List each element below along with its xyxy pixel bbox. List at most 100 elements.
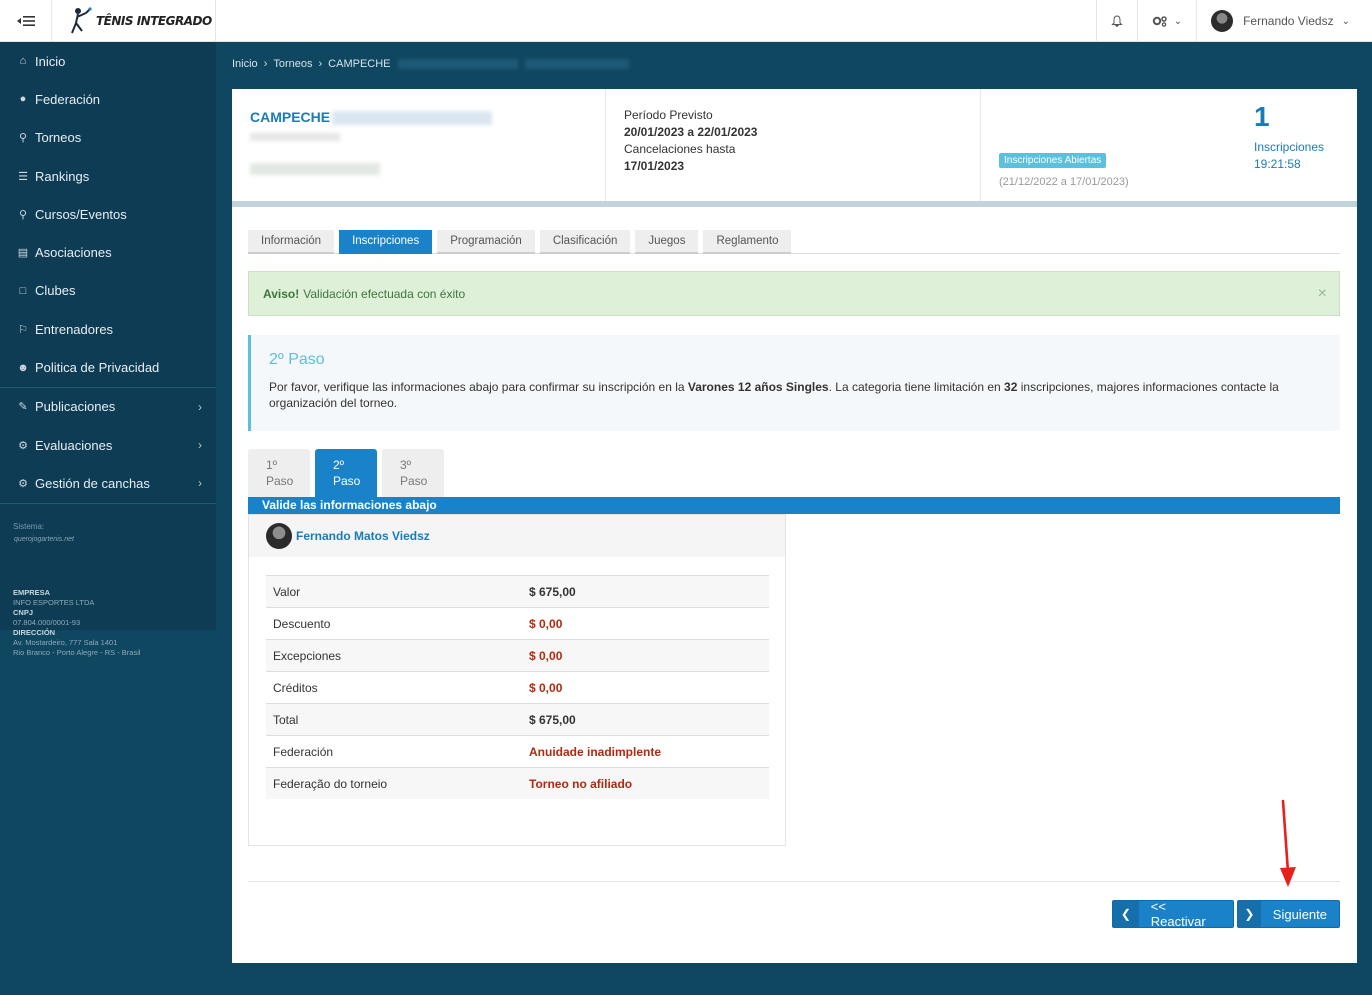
gear-icon: ⚙ [18, 439, 28, 452]
user-avatar [1211, 10, 1234, 32]
registrations-count: 1 [1254, 101, 1270, 132]
tab-informacion[interactable]: Información [248, 230, 335, 254]
tab-inscripciones[interactable]: Inscripciones [339, 230, 433, 254]
chevron-left-icon: ❮ [1113, 901, 1139, 927]
category-limit: 32 [1004, 380, 1018, 394]
sidebar-item-entrenadores[interactable]: ⚐ Entrenadores [0, 310, 216, 348]
tennis-player-icon [71, 7, 92, 34]
top-header: TÊNIS INTEGRADO ⌄ Fernando Viedsz ⌄ [0, 0, 1372, 42]
breadcrumb-item-torneos[interactable]: Torneos [273, 58, 312, 70]
chevron-right-icon: › [198, 438, 202, 453]
registrations-label: Inscripciones [1254, 140, 1325, 154]
step-info-box: 2º Paso Por favor, verifique las informa… [248, 335, 1340, 431]
sidebar-divider [0, 502, 216, 504]
menu-collapse-icon [16, 16, 35, 26]
sidebar-item-label: Cursos/Eventos [35, 206, 127, 222]
table-row: Federação do torneio Torneo no afiliado [266, 767, 769, 799]
chevron-right-icon: › [198, 399, 202, 414]
breadcrumb: Inicio › Torneos › CAMPECHE [232, 58, 629, 70]
breadcrumb-item-inicio[interactable]: Inicio [232, 58, 258, 70]
cnpj-value: 07.804.000/0001-93 [13, 618, 81, 627]
sidebar-item-label: Evaluaciones [35, 437, 113, 453]
cancel-label: Cancelaciones hasta [624, 142, 736, 156]
sidebar-item-label: Clubes [35, 283, 76, 299]
sidebar-item-label: Publicaciones [35, 399, 116, 415]
status-badge: Inscripciones Abiertas [999, 153, 1107, 168]
registrations-time: 19:21:58 [1254, 157, 1301, 171]
tournament-status-block: Inscripciones Abiertas (21/12/2022 a 17/… [981, 89, 1357, 201]
sidebar-item-asociaciones[interactable]: ▤ Asociaciones [0, 233, 216, 271]
cancel-value: 17/01/2023 [624, 159, 685, 173]
status-dates: (21/12/2022 a 17/01/2023) [999, 176, 1129, 188]
address-line: Rio Branco - Porto Alegre - RS - Brasil [13, 648, 141, 657]
step-description: Por favor, verifique las informaciones a… [269, 380, 1279, 410]
sidebar-item-label: Federación [35, 91, 101, 107]
redacted-text [332, 111, 492, 125]
sidebar-item-clubes[interactable]: □ Clubes [0, 272, 216, 310]
wizard-steps: 1º Paso 2º Paso 3º Paso [248, 449, 449, 497]
address-line: Av. Mostardeiro, 777 Sala 1401 [13, 638, 118, 647]
system-logo[interactable]: querojogartenis.net [14, 536, 86, 558]
trophy-icon: ⚲ [18, 208, 28, 221]
close-icon[interactable]: × [1318, 285, 1327, 303]
step-3-tab[interactable]: 3º Paso [382, 449, 444, 497]
settings-dropdown[interactable]: ⌄ [1136, 0, 1196, 42]
sidebar-item-publicaciones[interactable]: ✎ Publicaciones › [0, 388, 216, 426]
step-title: 2º Paso [269, 351, 325, 368]
chevron-right-icon: › [318, 58, 323, 70]
table-row: Federación Anuidade inadimplente [266, 735, 769, 767]
sidebar-item-torneos[interactable]: ⚲ Torneos [0, 119, 216, 157]
sidebar-footer-area [0, 630, 216, 995]
chevron-right-icon: › [198, 476, 202, 491]
reactivar-button[interactable]: ❮ << Reactivar [1112, 899, 1234, 929]
chevron-down-icon: ⌄ [1173, 15, 1183, 27]
bell-icon [1110, 15, 1123, 27]
sidebar-item-privacidad[interactable]: ☻ Politica de Privacidad [0, 348, 216, 386]
user-name: Fernando Viedsz [1243, 14, 1334, 28]
brand-logo[interactable]: TÊNIS INTEGRADO [52, 0, 216, 42]
redacted-text [250, 133, 340, 141]
player-avatar [266, 523, 292, 549]
category-name: Varones 12 años Singles [687, 380, 829, 394]
step-2-tab[interactable]: 2º Paso [315, 449, 377, 497]
address-label: DIRECCIÓN [13, 628, 56, 637]
tournament-header: CAMPECHE Período Previsto 20/01/2023 a 2… [232, 89, 1357, 207]
sidebar-toggle-button[interactable] [0, 0, 52, 42]
alert-title: Aviso! [263, 286, 300, 301]
sidebar-item-label: Inicio [35, 53, 66, 69]
tournament-title-block: CAMPECHE [232, 89, 606, 201]
tournament-period-block: Período Previsto 20/01/2023 a 22/01/2023… [606, 89, 981, 201]
gear-icon: ⚙ [18, 477, 28, 490]
player-name[interactable]: Fernando Matos Viedsz [296, 529, 430, 543]
step-1-tab[interactable]: 1º Paso [248, 449, 310, 497]
chevron-right-icon: › [263, 58, 268, 70]
sidebar-item-evaluaciones[interactable]: ⚙ Evaluaciones › [0, 426, 216, 464]
sidebar-item-label: Torneos [35, 130, 82, 146]
values-table: Valor $ 675,00 Descuento $ 0,00 Excepcione… [266, 575, 769, 799]
trophy-icon: ⚲ [18, 132, 28, 145]
list-icon: ☰ [18, 170, 28, 183]
sidebar-item-label: Politica de Privacidad [35, 360, 160, 376]
steps-header-bar: Valide las informaciones abajo [248, 497, 1340, 514]
sidebar-item-gestion-canchas[interactable]: ⚙ Gestión de canchas › [0, 464, 216, 502]
redacted-text [397, 59, 518, 70]
breadcrumb-item-current: CAMPECHE [328, 58, 391, 70]
period-label: Período Previsto [624, 108, 713, 122]
tab-programacion[interactable]: Programación [437, 230, 535, 254]
user-menu[interactable]: Fernando Viedsz ⌄ [1196, 0, 1372, 42]
notifications-button[interactable] [1095, 0, 1137, 42]
sidebar-item-rankings[interactable]: ☰ Rankings [0, 157, 216, 195]
tab-reglamento[interactable]: Reglamento [703, 230, 792, 254]
tab-juegos[interactable]: Juegos [635, 230, 699, 254]
chevron-down-icon: ⌄ [1341, 15, 1350, 27]
table-row: Créditos $ 0,00 [266, 671, 769, 703]
sidebar-item-inicio[interactable]: ⌂ Inicio [0, 42, 216, 80]
company-info: EMPRESA INFO ESPORTES LTDA CNPJ 07.804.0… [13, 588, 141, 658]
sidebar-item-cursos-eventos[interactable]: ⚲ Cursos/Eventos [0, 195, 216, 233]
sidebar-item-federacion[interactable]: ● Federación [0, 80, 216, 118]
tab-clasificacion[interactable]: Clasificación [539, 230, 631, 254]
gears-icon [1152, 16, 1167, 27]
bank-icon: ▤ [17, 247, 29, 260]
users-icon: ☻ [17, 361, 29, 374]
siguiente-button[interactable]: ❯ Siguiente [1237, 900, 1340, 928]
